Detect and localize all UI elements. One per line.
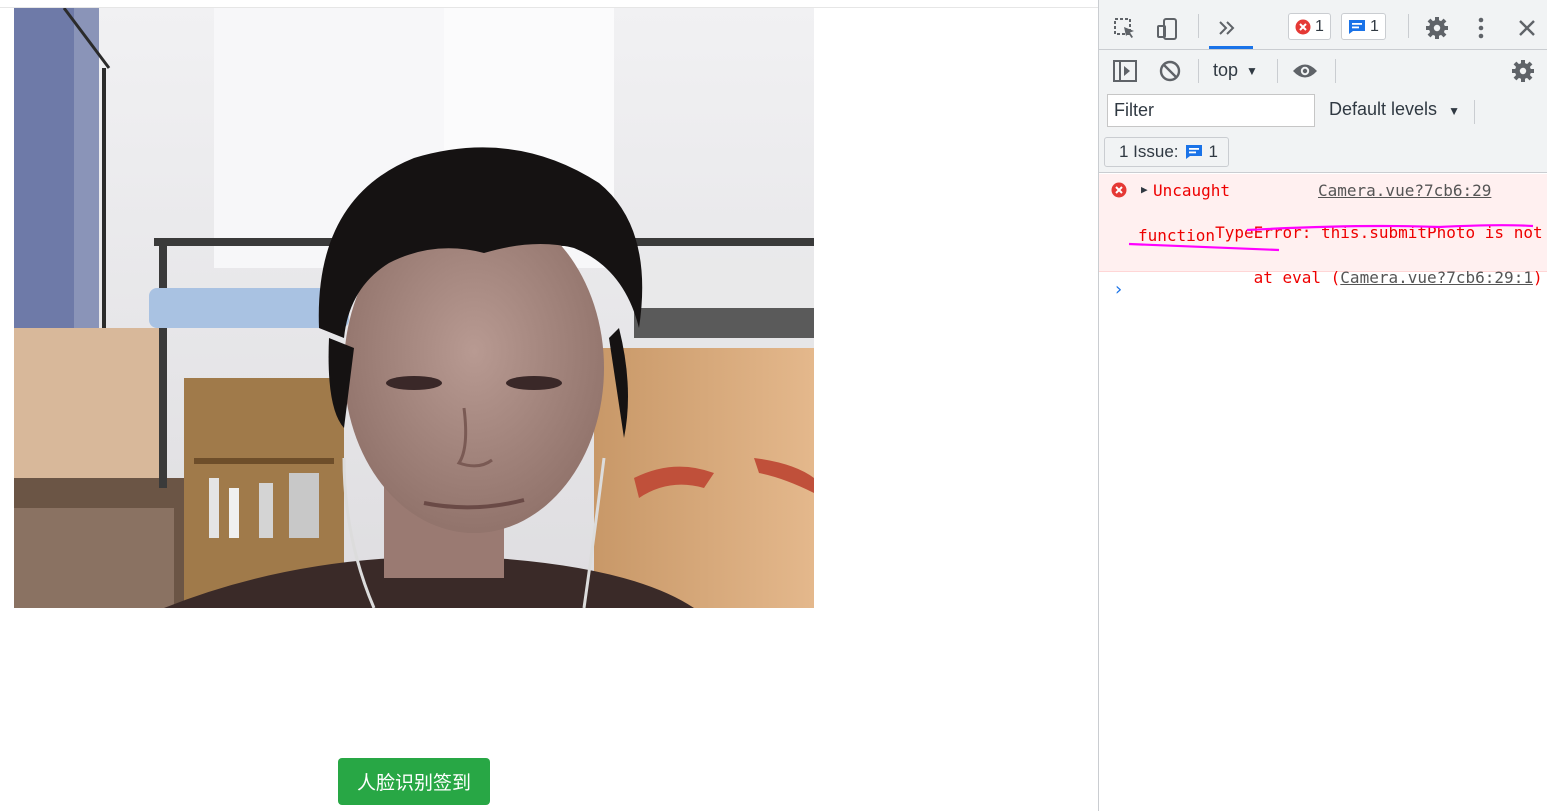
more-tabs-chevron-icon[interactable] <box>1213 14 1241 42</box>
show-sidebar-icon[interactable] <box>1111 57 1139 85</box>
console-toolbar: top ▼ <box>1099 50 1547 91</box>
annotation-underline <box>1128 224 1534 252</box>
console-error-message: ▶ Uncaught Camera.vue?7cb6:29 TypeError:… <box>1099 174 1547 287</box>
dropdown-triangle-icon: ▼ <box>1246 63 1258 78</box>
inspect-element-icon[interactable] <box>1111 15 1139 43</box>
camera-frame-image <box>14 8 814 608</box>
live-expression-eye-icon[interactable] <box>1291 57 1319 85</box>
device-toolbar-icon[interactable] <box>1153 15 1181 43</box>
close-devtools-icon[interactable] <box>1513 14 1541 42</box>
log-levels-dropdown[interactable]: Default levels ▼ <box>1329 99 1460 120</box>
levels-label: Default levels <box>1329 99 1438 119</box>
info-count-badge[interactable]: 1 <box>1341 13 1386 40</box>
info-count: 1 <box>1370 17 1379 35</box>
settings-gear-icon[interactable] <box>1423 14 1451 42</box>
issues-button[interactable]: 1 Issue: 1 <box>1104 137 1230 167</box>
active-tab-indicator <box>1209 46 1253 49</box>
console-settings-gear-icon[interactable] <box>1509 57 1537 85</box>
issues-label: 1 Issue: <box>1119 142 1179 161</box>
clear-console-icon[interactable] <box>1156 57 1184 85</box>
kebab-menu-icon[interactable] <box>1467 14 1495 42</box>
context-label: top <box>1213 60 1239 80</box>
message-icon <box>1349 19 1365 34</box>
console-prompt[interactable]: › <box>1113 279 1124 300</box>
camera-video <box>14 8 814 608</box>
error-count: 1 <box>1315 17 1324 35</box>
error-circle-icon <box>1295 19 1311 34</box>
face-recognition-checkin-button[interactable]: 人脸识别签到 <box>338 758 490 805</box>
issues-bar: 1 Issue: 1 <box>1099 132 1547 173</box>
issue-message-icon <box>1185 145 1202 159</box>
levels-dropdown-triangle-icon: ▼ <box>1448 104 1460 118</box>
devtools-panel: 1 1 top ▼ Filter Default levels ▼ 1 Issu… <box>1098 0 1547 811</box>
console-filter-bar: Default levels ▼ <box>1099 91 1547 132</box>
issues-count: 1 <box>1208 142 1219 161</box>
error-count-badge[interactable]: 1 <box>1288 13 1331 40</box>
filter-input[interactable] <box>1107 94 1315 127</box>
context-selector[interactable]: top ▼ <box>1213 60 1258 81</box>
devtools-main-toolbar: 1 1 <box>1099 0 1547 50</box>
page: 人脸识别签到 1 1 top ▼ Filter Default levels ▼… <box>0 0 1547 811</box>
